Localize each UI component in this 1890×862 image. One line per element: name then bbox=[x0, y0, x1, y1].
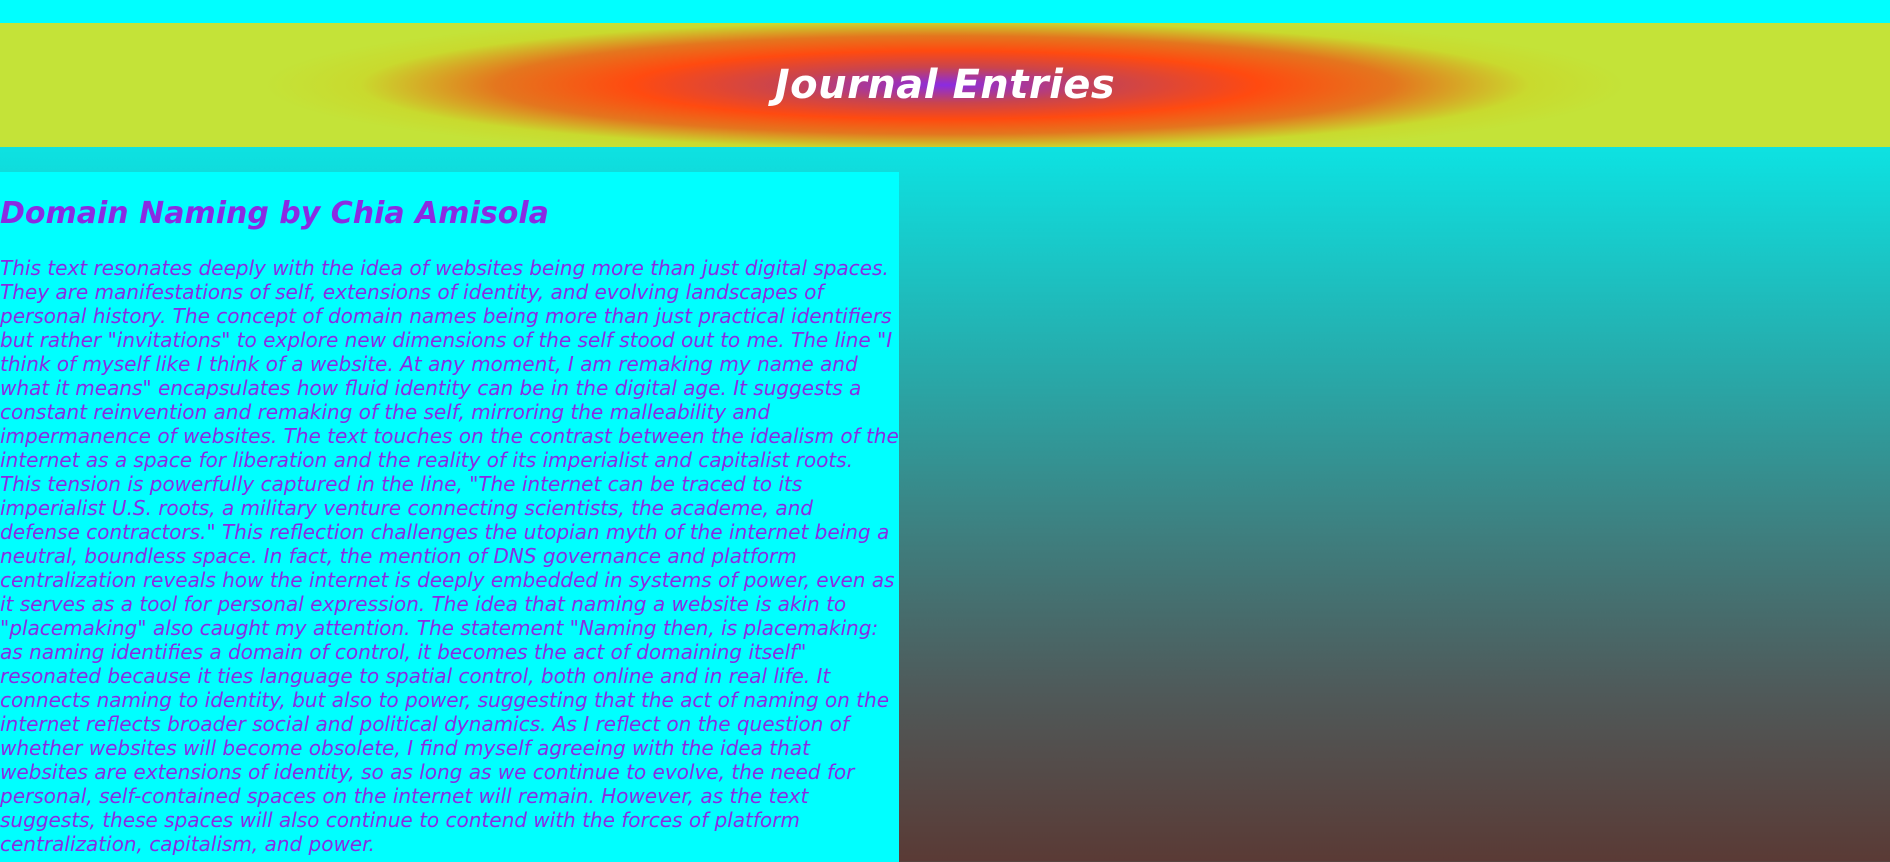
entry-title: Domain Naming by Chia Amisola bbox=[0, 196, 549, 231]
entry-body: This text resonates deeply with the idea… bbox=[0, 256, 899, 856]
top-strip bbox=[0, 0, 1890, 23]
journal-entry-card: Domain Naming by Chia Amisola This text … bbox=[0, 172, 899, 862]
page-title: Journal Entries bbox=[774, 62, 1116, 108]
page-header: Journal Entries bbox=[0, 23, 1890, 147]
